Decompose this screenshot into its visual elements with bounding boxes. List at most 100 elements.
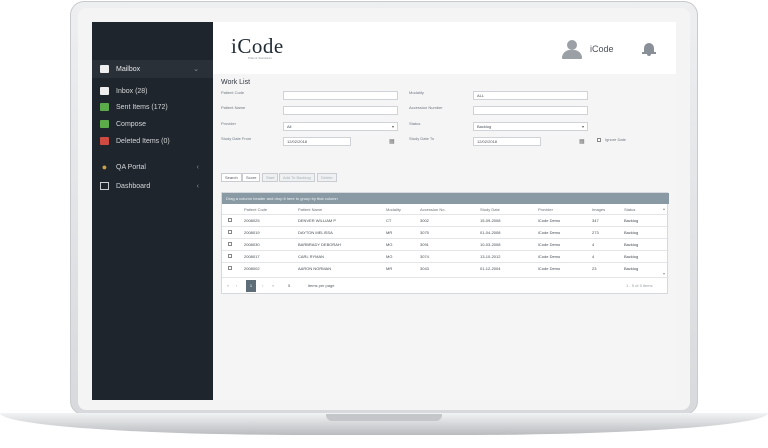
score-button[interactable]: Score	[242, 173, 261, 182]
column-header-patient-name[interactable]: Patient Name	[298, 207, 322, 212]
cell-modality: MG	[386, 242, 393, 247]
worklist-panel: Work List Patient Code Patient Name Prov…	[213, 74, 676, 400]
calendar-icon[interactable]: ▦	[389, 138, 395, 145]
prev-page-icon[interactable]: ‹	[236, 283, 237, 288]
column-header-accession[interactable]: Accession No.	[420, 207, 446, 212]
table-row[interactable]: 2008030 BARBRADY DEBORAH MG 3091 10-03-2…	[222, 238, 669, 249]
cell-patient-code: 2008030	[244, 242, 260, 247]
patient-code-input[interactable]	[283, 91, 398, 100]
sidebar-item-deleted[interactable]: Deleted Items (0)	[92, 132, 213, 150]
page-size-select[interactable]: 5	[288, 283, 290, 288]
status-select[interactable]: Backlog ▾	[473, 122, 588, 131]
cell-study-date: 10-03-2008	[480, 242, 501, 247]
column-header-patient-code[interactable]: Patient Code	[244, 207, 267, 212]
cell-patient-name: AARON NORMAN	[298, 266, 332, 271]
group-by-bar[interactable]: Drag a column header and drop it here to…	[222, 193, 669, 204]
chevron-down-icon: ▾	[391, 124, 394, 129]
cell-study-date: 01-12-2004	[480, 266, 501, 271]
column-header-status[interactable]: Status	[624, 207, 635, 212]
column-header-study-date[interactable]: Study Date	[480, 207, 500, 212]
cell-provider: iCode Demo	[538, 242, 561, 247]
status-value: Backlog	[477, 124, 492, 129]
last-page-icon[interactable]: »	[272, 283, 274, 288]
cell-images: 347	[592, 218, 599, 223]
app-screen: Mailbox ⌄ Inbox (28) Sent Items (172) Co…	[92, 22, 676, 400]
sidebar-item-label: QA Portal	[116, 163, 146, 171]
status-label: Status	[409, 121, 421, 126]
laptop-mockup: Mailbox ⌄ Inbox (28) Sent Items (172) Co…	[0, 0, 768, 448]
pager: « ‹ 1 › » 5 items per page 1 - 5 of 5 it…	[222, 277, 669, 293]
start-button[interactable]: Start	[262, 173, 279, 182]
accession-input[interactable]	[473, 106, 588, 115]
cell-modality: MR	[386, 266, 393, 271]
patient-name-label: Patient Name	[221, 105, 246, 110]
add-to-backlog-button[interactable]: Add To Backlog	[279, 173, 315, 182]
cell-status: Backlog	[624, 254, 639, 259]
row-checkbox[interactable]	[228, 254, 232, 258]
cell-patient-name: BARBRADY DEBORAH	[298, 242, 341, 247]
provider-select[interactable]: All ▾	[283, 122, 398, 131]
ignore-date-label: Ignore Date	[605, 137, 626, 142]
laptop-notch	[326, 414, 442, 421]
sidebar-item-label: Dashboard	[116, 182, 151, 190]
study-date-to-label: Study Date To	[409, 136, 435, 141]
row-checkbox[interactable]	[228, 266, 232, 270]
worklist-grid: Drag a column header and drop it here to…	[221, 192, 669, 294]
row-checkbox[interactable]	[228, 242, 232, 246]
cell-accession: 3091	[420, 242, 429, 247]
next-page-icon[interactable]: ›	[262, 283, 263, 288]
patient-name-input[interactable]	[283, 106, 398, 115]
study-date-from-input[interactable]: 12/02/2018	[283, 137, 351, 146]
cell-study-date: 01-04-2008	[480, 230, 501, 235]
sidebar-item-dashboard[interactable]: Dashboard ‹	[92, 177, 213, 195]
cell-patient-name: DAYTON MELISSA	[298, 230, 333, 235]
column-header-provider[interactable]: Provider	[538, 207, 553, 212]
user-avatar-icon[interactable]	[561, 40, 583, 60]
first-page-icon[interactable]: «	[227, 283, 229, 288]
cell-modality: MR	[386, 230, 393, 235]
column-header-images[interactable]: Images	[592, 207, 605, 212]
table-row[interactable]: 2008019 DAYTON MELISSA MR 3075 01-04-200…	[222, 226, 669, 237]
sidebar-item-label: Deleted Items (0)	[116, 137, 170, 145]
cell-images: 4	[592, 242, 595, 247]
cell-images: 23	[592, 266, 597, 271]
table-row[interactable]: 2008017 CARL RYMAN MG 3074 13-10-2012 iC…	[222, 250, 669, 261]
sidebar-item-label: Compose	[116, 120, 146, 128]
study-date-to-input[interactable]: 12/02/2018	[473, 137, 541, 146]
row-checkbox[interactable]	[228, 218, 232, 222]
sent-icon	[100, 103, 109, 111]
cell-accession: 3002	[420, 218, 429, 223]
cell-modality: CT	[386, 218, 392, 223]
cell-status: Backlog	[624, 230, 639, 235]
cell-study-date: 13-10-2012	[480, 254, 501, 259]
sidebar-item-compose[interactable]: Compose	[92, 115, 213, 133]
row-checkbox[interactable]	[228, 230, 232, 234]
cell-study-date: 15-09-2008	[480, 218, 501, 223]
modality-input[interactable]: ALL	[473, 91, 588, 100]
cell-accession: 3074	[420, 254, 429, 259]
sidebar-item-sent[interactable]: Sent Items (172)	[92, 98, 213, 116]
chevron-left-icon: ‹	[196, 163, 199, 171]
scroll-down-icon[interactable]: ▾	[663, 271, 665, 276]
cell-patient-name: DENVER WILLIAM P	[298, 218, 337, 223]
column-header-modality[interactable]: Modality	[386, 207, 401, 212]
scroll-up-icon[interactable]: ▴	[663, 206, 665, 211]
trash-icon	[100, 137, 109, 145]
cell-provider: iCode Demo	[538, 218, 561, 223]
calendar-icon[interactable]: ▦	[579, 138, 585, 145]
search-button[interactable]: Search	[221, 173, 242, 182]
table-row[interactable]: 2008025 DENVER WILLIAM P CT 3002 15-09-2…	[222, 214, 669, 225]
patient-code-label: Patient Code	[221, 90, 245, 95]
sidebar-mailbox[interactable]: Mailbox ⌄	[92, 60, 213, 78]
delete-button[interactable]: Delete	[317, 173, 337, 182]
accession-label: Accession Number	[409, 105, 443, 110]
bell-icon[interactable]	[642, 41, 656, 57]
username[interactable]: iCode	[590, 44, 614, 54]
logo-tagline: Patient Standards	[248, 56, 272, 60]
provider-value: All	[287, 124, 292, 129]
ignore-date-checkbox[interactable]	[597, 138, 601, 142]
cell-patient-code: 2008002	[244, 266, 260, 271]
current-page-button[interactable]: 1	[246, 280, 256, 292]
table-row[interactable]: 2008002 AARON NORMAN MR 3043 01-12-2004 …	[222, 262, 669, 273]
sidebar-item-qa-portal[interactable]: ● QA Portal ‹	[92, 158, 213, 176]
